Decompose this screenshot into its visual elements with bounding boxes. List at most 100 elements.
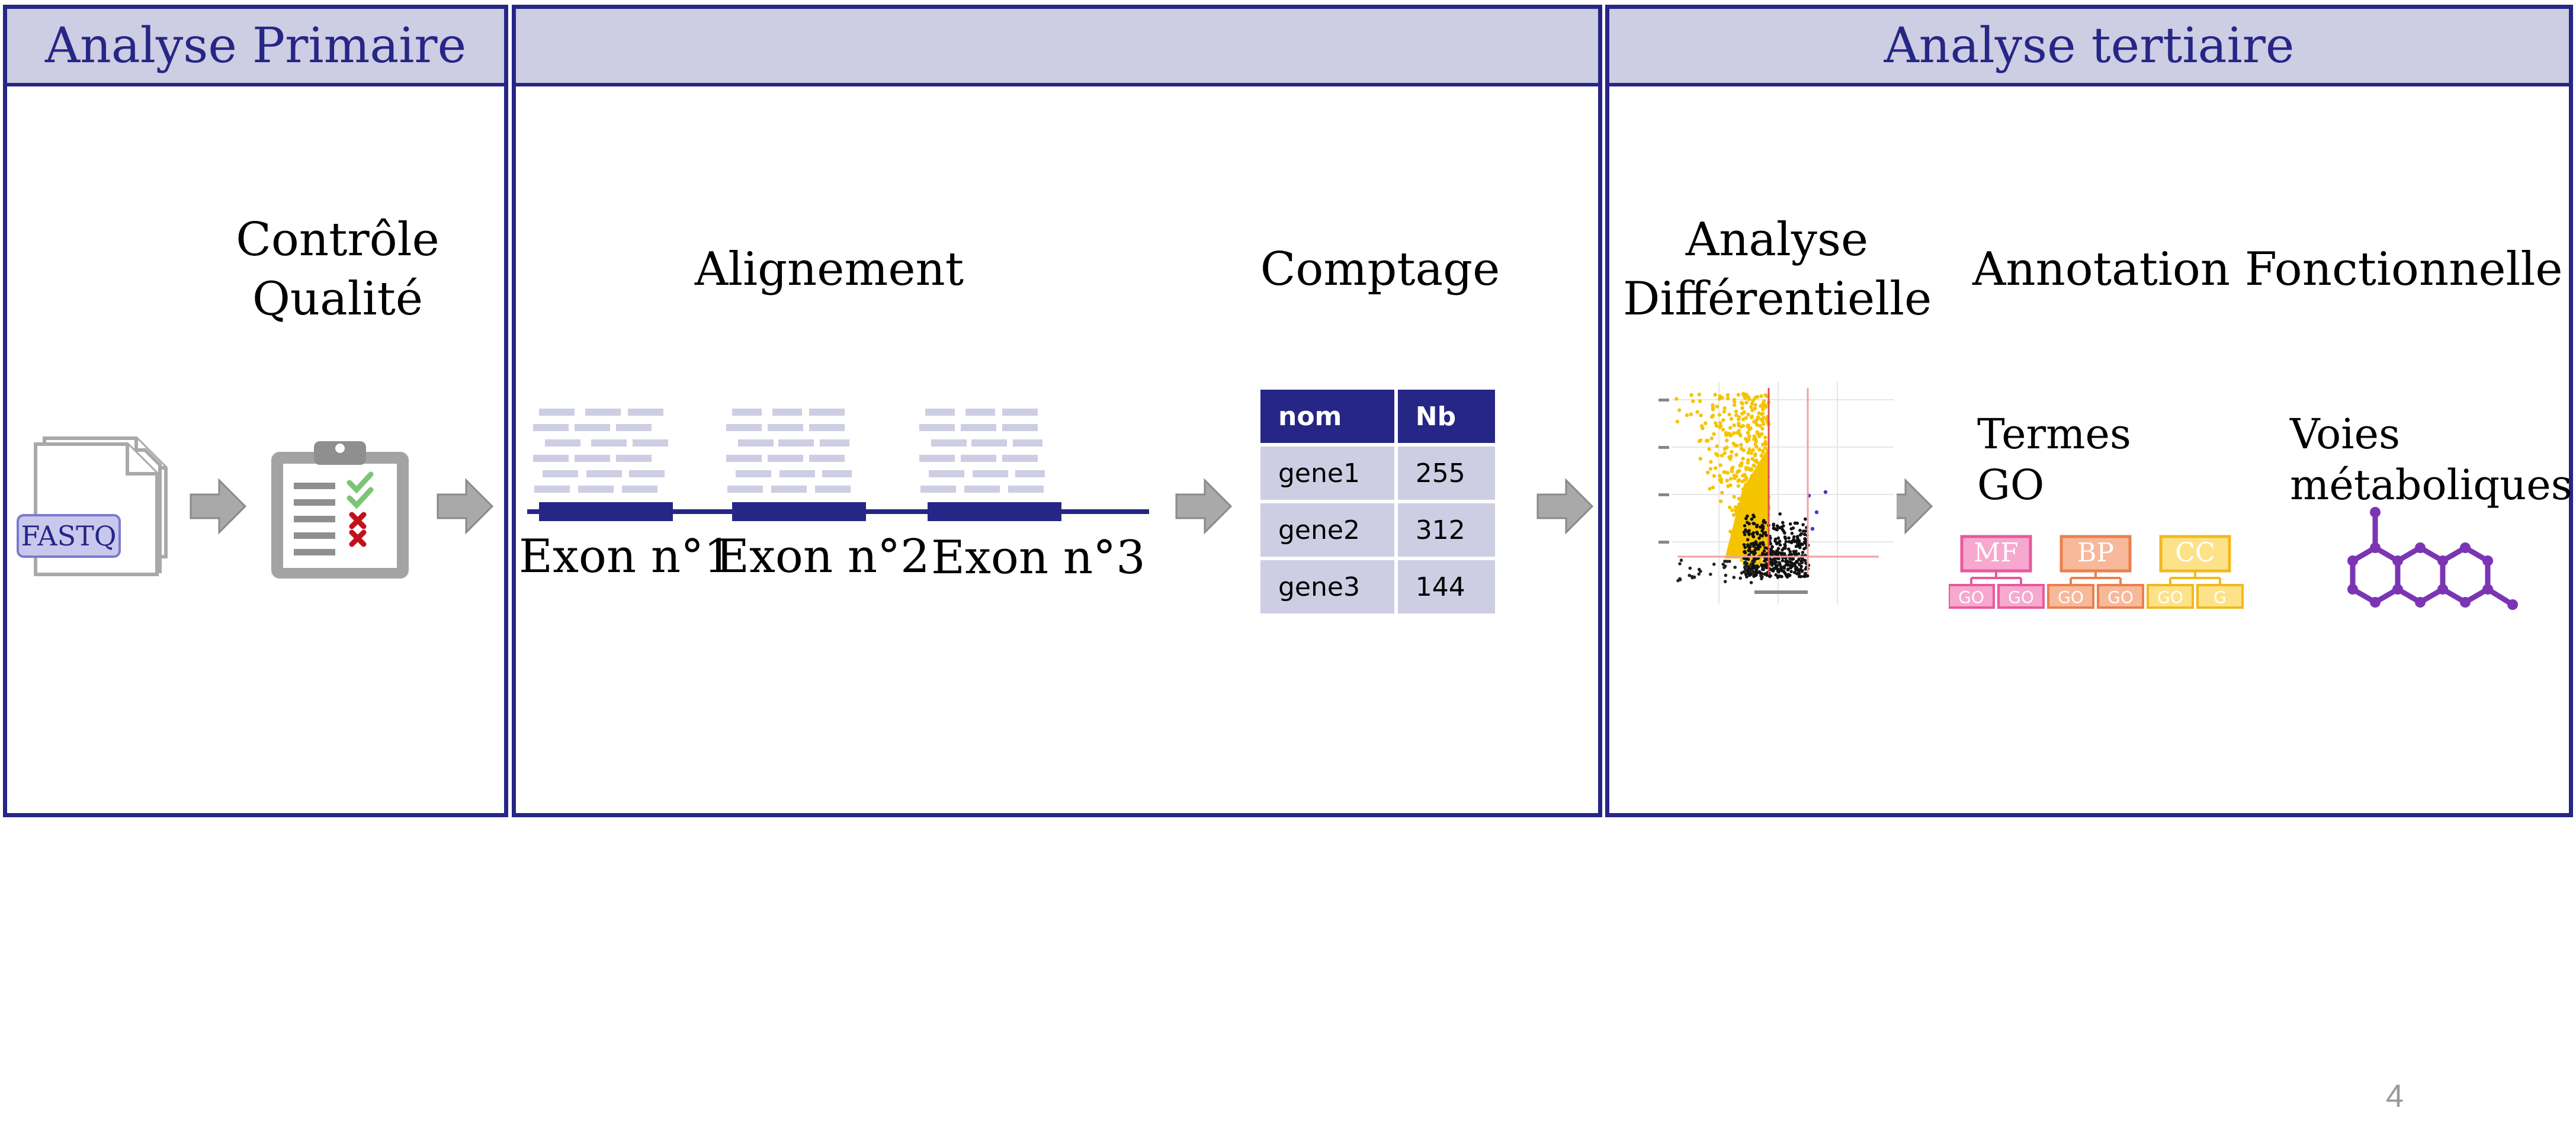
volcano-point <box>1769 574 1772 578</box>
volcano-point <box>1697 572 1701 576</box>
volcano-point <box>1715 404 1719 409</box>
volcano-point <box>1788 560 1792 564</box>
volcano-point <box>1730 469 1734 474</box>
volcano-point <box>1722 406 1727 410</box>
volcano-point <box>1795 572 1799 576</box>
volcano-point <box>1709 436 1714 441</box>
volcano-point <box>1789 527 1794 531</box>
volcano-point <box>1801 551 1805 554</box>
volcano-point <box>1698 399 1702 403</box>
table-row: gene3 144 <box>1260 560 1495 614</box>
counting-title: Comptage <box>1260 243 1500 296</box>
volcano-point <box>1786 563 1789 567</box>
exon-label-3: Exon n°3 <box>931 531 1146 584</box>
volcano-point <box>1740 406 1744 410</box>
volcano-point <box>1732 576 1736 579</box>
volcano-point <box>1732 423 1736 428</box>
volcano-point <box>1721 428 1725 432</box>
volcano-point <box>1725 478 1729 483</box>
volcano-point <box>1742 394 1746 398</box>
go-connector <box>2169 571 2221 585</box>
go-term-label: GO <box>2008 587 2034 607</box>
volcano-point <box>1744 400 1749 404</box>
volcano-point <box>1799 574 1803 579</box>
volcano-point <box>1750 415 1754 419</box>
volcano-point <box>1790 531 1794 535</box>
volcano-point <box>1789 570 1793 573</box>
volcano-point <box>1804 567 1807 571</box>
volcano-point <box>1791 557 1795 561</box>
volcano-point <box>1731 465 1735 470</box>
volcano-point <box>1725 560 1729 563</box>
volcano-point <box>1725 393 1730 397</box>
exon-block-2 <box>732 502 866 521</box>
volcano-point <box>1783 535 1787 539</box>
volcano-point <box>1736 393 1741 397</box>
functional-annotation-title: Annotation Fonctionnelle <box>1972 243 2563 296</box>
volcano-point <box>1736 479 1740 483</box>
volcano-point <box>1794 521 1797 525</box>
volcano-point <box>1679 558 1683 562</box>
volcano-point <box>1787 536 1791 540</box>
volcano-point <box>1746 461 1750 465</box>
volcano-point <box>1754 567 1759 571</box>
arrow-right-icon <box>1175 478 1233 535</box>
go-term-label: G <box>2214 587 2227 607</box>
volcano-point <box>1741 448 1746 452</box>
volcano-point <box>1728 483 1733 487</box>
volcano-point <box>1760 577 1763 580</box>
volcano-point <box>1801 558 1805 561</box>
table-cell-gene: gene1 <box>1260 447 1394 500</box>
volcano-point <box>1754 445 1759 449</box>
volcano-point <box>1789 541 1794 545</box>
volcano-point <box>1744 477 1748 481</box>
volcano-point <box>1711 485 1715 490</box>
volcano-point <box>1783 547 1787 550</box>
volcano-point <box>1784 539 1788 544</box>
primary-analysis-panel: Analyse Primaire <box>3 5 508 817</box>
panel-title-primary: Analyse Primaire <box>44 18 467 74</box>
volcano-point <box>1754 420 1758 425</box>
volcano-point <box>1741 417 1746 422</box>
volcano-point <box>1711 406 1715 410</box>
volcano-point <box>1712 563 1716 566</box>
volcano-point <box>1695 410 1699 414</box>
go-hierarchy-diagram: MF GO GO BP GO GO CC GO G <box>1949 535 2244 609</box>
table-cell-count: 255 <box>1397 447 1495 500</box>
volcano-point <box>1697 392 1701 397</box>
volcano-point <box>1802 574 1806 578</box>
volcano-point <box>1793 561 1797 566</box>
volcano-point <box>1742 531 1746 534</box>
volcano-point <box>1761 527 1765 531</box>
volcano-point <box>1753 403 1757 407</box>
volcano-point <box>1799 532 1804 536</box>
go-term-label: GO <box>2157 587 2183 607</box>
volcano-point <box>1752 553 1756 556</box>
volcano-point <box>1751 542 1755 546</box>
volcano-point <box>1728 426 1733 430</box>
volcano-point <box>1704 439 1709 443</box>
count-table-header-name: nom <box>1260 390 1394 443</box>
volcano-point <box>1763 546 1767 550</box>
volcano-point <box>1747 427 1751 431</box>
volcano-point <box>1763 435 1767 439</box>
volcano-point <box>1749 467 1753 471</box>
volcano-point <box>1777 551 1781 555</box>
quality-control-title-line1: Contrôle <box>236 213 440 266</box>
volcano-point <box>1728 477 1733 481</box>
volcano-point <box>1797 568 1801 573</box>
fastq-label: FASTQ <box>17 514 121 558</box>
volcano-point <box>1762 416 1766 420</box>
volcano-point <box>1756 416 1760 421</box>
volcano-point <box>1750 569 1753 573</box>
volcano-point <box>1733 476 1737 480</box>
volcano-point <box>1759 574 1763 578</box>
volcano-point <box>1737 417 1741 422</box>
volcano-point <box>1737 469 1741 473</box>
volcano-point <box>1749 581 1753 584</box>
count-table: nom Nb gene1 255 gene2 312 gene3 144 <box>1257 386 1499 617</box>
page-number: 4 <box>2386 1078 2404 1114</box>
volcano-point <box>1699 413 1703 417</box>
volcano-point <box>1796 537 1799 541</box>
volcano-point <box>1721 418 1725 422</box>
